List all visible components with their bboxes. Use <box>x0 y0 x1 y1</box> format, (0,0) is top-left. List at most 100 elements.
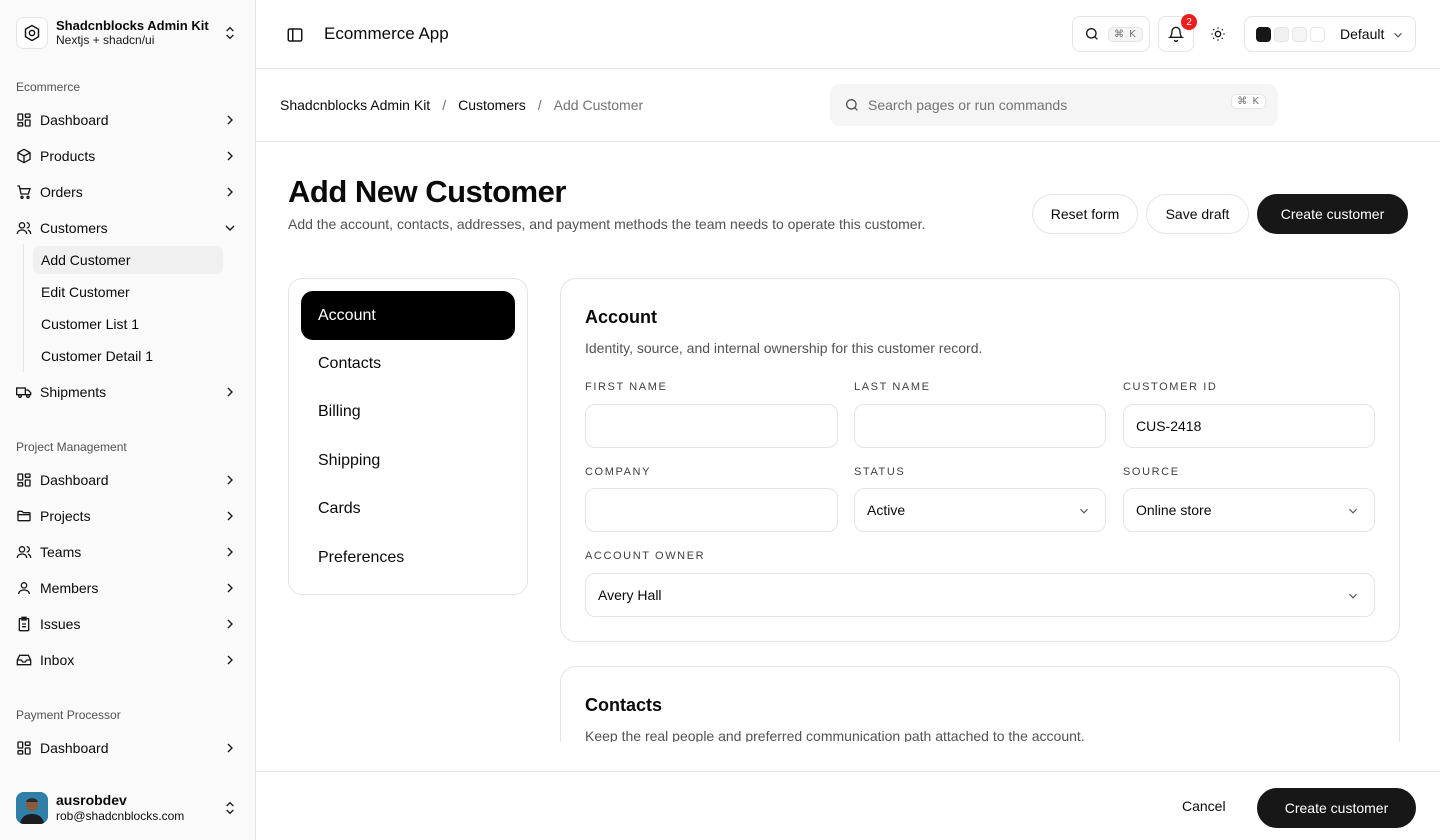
card-title: Contacts <box>585 695 663 715</box>
folder-icon <box>16 508 32 524</box>
shortcut-hint: ⌘ K <box>1108 26 1143 42</box>
chevron-right-icon <box>222 148 238 164</box>
section-nav-contacts[interactable]: Contacts <box>301 339 515 388</box>
sidebar-item-issues[interactable]: Issues <box>8 608 248 640</box>
brand-subtitle: Nextjs + shadcn/ui <box>56 33 155 47</box>
cart-icon <box>16 184 32 200</box>
shortcut-hint: ⌘ K <box>1231 94 1266 109</box>
user-menu[interactable]: ausrobdev rob@shadcnblocks.com <box>16 792 240 824</box>
section-nav-cards[interactable]: Cards <box>301 484 515 533</box>
palette-swatch <box>1310 26 1325 42</box>
customer-id-field[interactable]: CUS-2418 <box>1123 404 1375 448</box>
sidebar-subitem-edit-customer[interactable]: Edit Customer <box>33 278 223 306</box>
user-email: rob@shadcnblocks.com <box>56 809 185 823</box>
sidebar-item-products[interactable]: Products <box>8 140 248 172</box>
notification-badge: 2 <box>1181 14 1197 30</box>
sidebar-item-label: Products <box>40 148 96 164</box>
card-title: Account <box>585 307 657 327</box>
company-label: COMPANY <box>585 466 652 478</box>
users-icon <box>16 220 32 236</box>
cancel-button[interactable]: Cancel <box>1182 798 1226 814</box>
sidebar-item-members[interactable]: Members <box>8 572 248 604</box>
page-title: Add New Customer <box>288 174 566 209</box>
user-name: ausrobdev <box>56 792 127 808</box>
chevrons-up-down-icon <box>222 800 238 816</box>
section-nav: Account Contacts Billing Shipping Cards … <box>288 278 528 595</box>
chevron-right-icon <box>222 616 238 632</box>
clipboard-icon <box>16 616 32 632</box>
breadcrumb-bar: Shadcnblocks Admin Kit / Customers / Add… <box>256 69 1440 142</box>
truck-icon <box>16 384 32 400</box>
chevron-right-icon <box>222 652 238 668</box>
section-nav-shipping[interactable]: Shipping <box>301 436 515 485</box>
breadcrumb: Shadcnblocks Admin Kit / Customers / Add… <box>280 97 643 113</box>
sidebar-subitem-add-customer[interactable]: Add Customer <box>33 246 223 274</box>
section-nav-preferences[interactable]: Preferences <box>301 533 515 582</box>
company-field[interactable] <box>585 488 838 532</box>
header-search-button[interactable]: ⌘ K <box>1072 16 1150 52</box>
sidebar-item-teams[interactable]: Teams <box>8 536 248 568</box>
sidebar-item-inbox[interactable]: Inbox <box>8 644 248 676</box>
dashboard-icon <box>16 472 32 488</box>
section-nav-billing[interactable]: Billing <box>301 387 515 436</box>
breadcrumb-link[interactable]: Customers <box>458 97 526 113</box>
source-select[interactable]: Online store <box>1123 488 1375 532</box>
package-icon <box>16 148 32 164</box>
chevrons-up-down-icon <box>222 25 238 41</box>
chevron-right-icon <box>222 508 238 524</box>
team-switcher[interactable]: Shadcnblocks Admin Kit Nextjs + shadcn/u… <box>16 16 240 50</box>
sun-icon[interactable] <box>1210 26 1226 42</box>
sidebar-item-projects[interactable]: Projects <box>8 500 248 532</box>
account-owner-value: Avery Hall <box>598 587 662 603</box>
save-draft-button[interactable]: Save draft <box>1146 194 1249 234</box>
section-nav-account[interactable]: Account <box>301 291 515 340</box>
sidebar-item-orders[interactable]: Orders <box>8 176 248 208</box>
sidebar-item-label: Teams <box>40 544 82 560</box>
sidebar-item-label: Customers <box>40 220 108 236</box>
sidebar-item-label: Members <box>40 580 99 596</box>
account-owner-select[interactable]: Avery Hall <box>585 573 1375 617</box>
last-name-field[interactable] <box>854 404 1106 448</box>
breadcrumb-separator: / <box>442 97 447 113</box>
sidebar-item-shipments[interactable]: Shipments <box>8 376 248 408</box>
chevron-right-icon <box>222 740 238 756</box>
sidebar-item-customers[interactable]: Customers <box>8 212 248 244</box>
section-label-ecommerce: Ecommerce <box>16 80 81 94</box>
sidebar-subitem-customer-list-1[interactable]: Customer List 1 <box>33 310 223 338</box>
sidebar-item-label: Projects <box>40 508 91 524</box>
status-select[interactable]: Active <box>854 488 1106 532</box>
sidebar-item-label: Orders <box>40 184 83 200</box>
chevron-down-icon <box>222 220 238 236</box>
footer-create-customer-button[interactable]: Create customer <box>1257 788 1416 828</box>
bell-icon <box>1168 26 1184 42</box>
account-card: Account Identity, source, and internal o… <box>560 278 1400 642</box>
search-placeholder: Search pages or run commands <box>868 97 1068 113</box>
sidebar-item-pm-dashboard[interactable]: Dashboard <box>8 464 248 496</box>
users-icon <box>16 544 32 560</box>
sidebar-toggle-icon[interactable] <box>286 26 304 44</box>
chevron-down-icon <box>1346 589 1360 603</box>
sidebar-subitem-customer-detail-1[interactable]: Customer Detail 1 <box>33 342 223 370</box>
theme-palette-select[interactable]: Default <box>1244 16 1416 52</box>
notifications-button[interactable]: 2 <box>1158 14 1197 52</box>
command-search-input[interactable]: Search pages or run commands ⌘ K <box>830 84 1278 126</box>
sidebar-item-payment-dashboard[interactable]: Dashboard <box>8 732 248 764</box>
chevron-right-icon <box>222 472 238 488</box>
inbox-icon <box>16 652 32 668</box>
avatar <box>16 792 48 824</box>
palette-swatch <box>1274 26 1289 42</box>
sidebar-item-ecommerce-dashboard[interactable]: Dashboard <box>8 104 248 136</box>
status-label: STATUS <box>854 466 906 478</box>
dashboard-icon <box>16 112 32 128</box>
chevron-right-icon <box>222 184 238 200</box>
customer-id-label: CUSTOMER ID <box>1123 381 1218 393</box>
first-name-field[interactable] <box>585 404 838 448</box>
breadcrumb-link[interactable]: Shadcnblocks Admin Kit <box>280 97 430 113</box>
chevron-down-icon <box>1346 504 1360 518</box>
sidebar-item-label: Dashboard <box>40 472 109 488</box>
reset-form-button[interactable]: Reset form <box>1032 194 1138 234</box>
section-label-project-management: Project Management <box>16 440 127 454</box>
sidebar-item-label: Inbox <box>40 652 75 668</box>
create-customer-button[interactable]: Create customer <box>1257 194 1408 234</box>
chevron-right-icon <box>222 384 238 400</box>
